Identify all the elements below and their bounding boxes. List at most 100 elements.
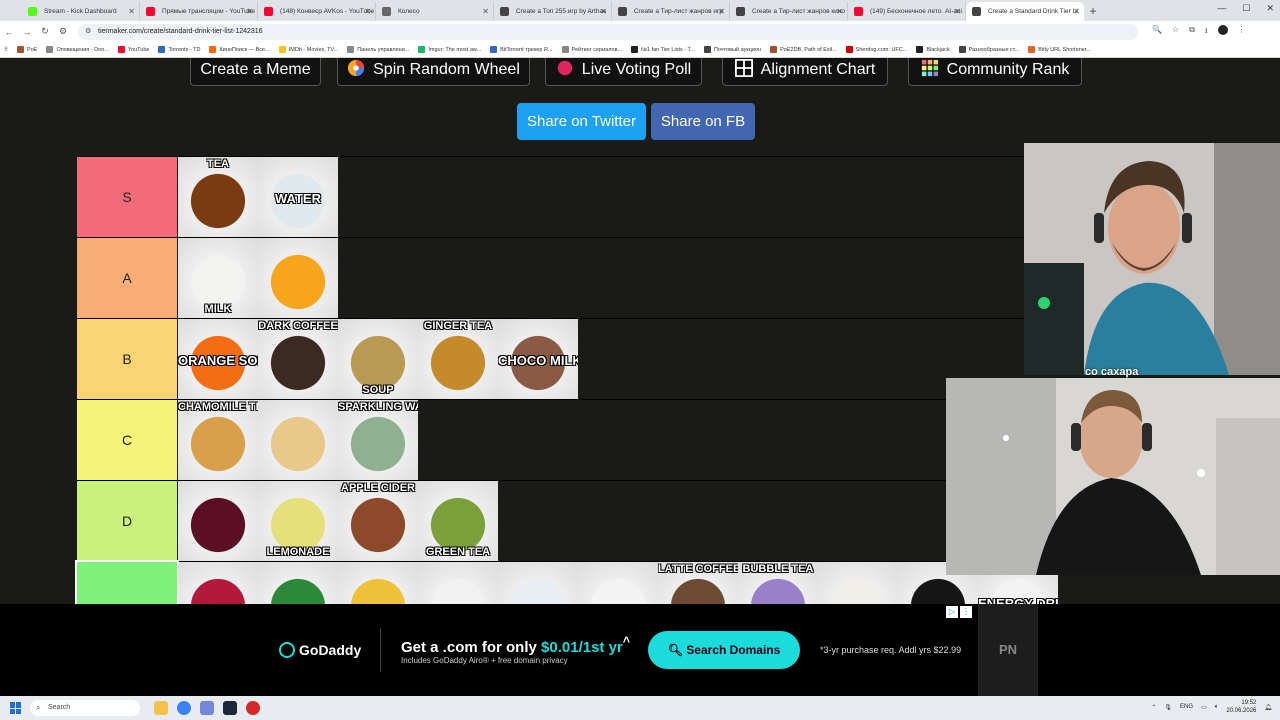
forward-icon[interactable]: → xyxy=(18,27,36,37)
bookmark-item[interactable]: Bitly URL Shortener... xyxy=(1028,46,1091,53)
start-icon[interactable] xyxy=(10,702,22,714)
volume-icon[interactable]: 🔈︎ xyxy=(1215,704,1219,711)
ad-banner[interactable]: GoDaddy Get a .com for only $0.01/1st yr… xyxy=(0,604,1280,696)
tier-item[interactable]: LEMONADE xyxy=(258,481,338,561)
tier-item[interactable]: MILK xyxy=(178,238,258,318)
bookmark-item[interactable]: Sherdog.com: UFC... xyxy=(845,46,907,53)
live-voting-button[interactable]: Live Voting Poll xyxy=(545,58,702,86)
language-indicator[interactable]: ENG xyxy=(1180,704,1193,710)
create-meme-button[interactable]: Create a Meme xyxy=(190,58,321,86)
obs-icon[interactable] xyxy=(246,701,260,715)
menu-icon[interactable]: ⋮ xyxy=(1238,25,1246,39)
tier-item[interactable]: CHOCO MILK xyxy=(498,319,578,399)
tab-close-icon[interactable]: ✕ xyxy=(954,2,961,21)
discord-icon[interactable] xyxy=(200,701,214,715)
tier-item[interactable]: TEA xyxy=(178,157,258,237)
browser-tab[interactable]: Прямые трансляции - YouTube ✕ xyxy=(140,2,258,21)
site-info-icon[interactable]: ⚙ xyxy=(85,24,91,40)
network-icon[interactable]: ▭ xyxy=(1201,704,1207,711)
share-twitter-button[interactable]: Share on Twitter xyxy=(517,103,646,140)
tier-item[interactable] xyxy=(258,562,338,604)
browser-tab[interactable]: Stream - Kick Dashboard ✕ xyxy=(22,2,140,21)
ad-choices[interactable]: ▷ ⋮ xyxy=(946,606,972,618)
tier-item[interactable]: SOUP xyxy=(338,319,418,399)
bookmark-item[interactable]: Torrents - TD xyxy=(158,46,200,53)
browser-tab[interactable]: (148) Конвеєр AVKos - YouTube ✕ xyxy=(258,2,376,21)
browser-tab[interactable]: Create a Тир-лист жанров игр ✕ xyxy=(612,2,730,21)
browser-tab[interactable]: Create a Тир-лист жанров кино ✕ xyxy=(730,2,848,21)
bookmark-item[interactable]: Blackjack xyxy=(916,46,950,53)
tier-item[interactable] xyxy=(338,562,418,604)
reload-icon[interactable]: ↻ xyxy=(36,26,54,37)
steam-icon[interactable] xyxy=(223,701,237,715)
file-explorer-icon[interactable] xyxy=(154,701,168,715)
tier-item[interactable] xyxy=(818,562,898,604)
extensions-icon[interactable]: ⧉ xyxy=(1189,25,1195,39)
alignment-chart-button[interactable]: Alignment Chart xyxy=(722,58,888,86)
zoom-icon[interactable]: 🔍 xyxy=(1152,25,1162,39)
tab-close-icon[interactable]: ✕ xyxy=(718,2,725,21)
search-domains-button[interactable]: 🔍︎ Search Domains xyxy=(648,631,800,669)
tier-item[interactable]: CHAMOMILE TEA xyxy=(178,400,258,480)
browser-tab[interactable]: Create a Standard Drink Tier Li ✕ xyxy=(966,2,1084,21)
browser-tab[interactable]: (149) Бесконечное лето. AI-ani ✕ xyxy=(848,2,966,21)
tier-item[interactable] xyxy=(258,238,338,318)
tray-chevron-icon[interactable]: ⌃ xyxy=(1151,704,1156,711)
tier-item[interactable]: BUBBLE TEA xyxy=(738,562,818,604)
spin-wheel-button[interactable]: Spin Random Wheel xyxy=(337,58,530,86)
profile-avatar[interactable] xyxy=(1217,24,1228,35)
tier-item[interactable]: APPLE CIDER xyxy=(338,481,418,561)
tier-label[interactable]: C xyxy=(77,400,177,480)
bookmark-item[interactable]: Imgur: The most aw... xyxy=(418,46,481,53)
tab-close-icon[interactable]: ✕ xyxy=(482,2,489,21)
tab-close-icon[interactable]: ✕ xyxy=(836,2,843,21)
bookmark-item[interactable]: КиноПоиск — Все... xyxy=(209,46,270,53)
tier-label[interactable] xyxy=(75,560,179,604)
bookmark-item[interactable]: Почтовый аукцион xyxy=(703,46,761,53)
tier-label[interactable]: D xyxy=(77,481,177,561)
chrome-icon[interactable] xyxy=(177,701,191,715)
tab-close-icon[interactable]: ✕ xyxy=(1073,2,1080,21)
browser-tab[interactable]: Create a Топ 255 игр by Arthas ✕ xyxy=(494,2,612,21)
new-tab-button[interactable]: + xyxy=(1084,2,1102,21)
tab-close-icon[interactable]: ✕ xyxy=(364,2,371,21)
tier-item[interactable] xyxy=(418,562,498,604)
notification-icon[interactable]: 🔔︎ xyxy=(1264,704,1272,711)
bookmark-item[interactable]: Рейтинг сериалов... xyxy=(561,46,622,53)
tier-item[interactable] xyxy=(578,562,658,604)
bookmark-item[interactable]: №1 fan Tier Lists - T... xyxy=(631,46,695,53)
tier-item[interactable]: GREEN TEA xyxy=(418,481,498,561)
minimize-icon[interactable]: — xyxy=(1217,3,1226,14)
tier-label[interactable]: B xyxy=(77,319,177,399)
tier-item[interactable]: LATTE COFFEE xyxy=(658,562,738,604)
tier-item[interactable]: GINGER TEA xyxy=(418,319,498,399)
tier-item[interactable]: ORANGE SODA xyxy=(178,319,258,399)
tier-item[interactable]: SPARKLING WATER xyxy=(338,400,418,480)
microphone-icon[interactable]: 🎙︎ xyxy=(1164,704,1172,711)
bookmark-item[interactable]: PoE xyxy=(17,46,37,53)
back-icon[interactable]: ← xyxy=(0,27,18,37)
tab-close-icon[interactable]: ✕ xyxy=(600,2,607,21)
url-input[interactable]: ⚙ tiermaker.com/create/standard-drink-ti… xyxy=(78,23,1138,40)
bookmark-item[interactable]: PoE2DB, Path of Exil... xyxy=(770,46,837,53)
bookmark-item[interactable]: YouTube xyxy=(117,46,149,53)
star-icon[interactable]: ☆ xyxy=(1172,25,1179,39)
bookmark-item[interactable]: Панель управлени... xyxy=(347,46,409,53)
bookmark-item[interactable]: IMDb - Movies, TV... xyxy=(278,46,338,53)
clock[interactable]: 19:52 20.06.2026 xyxy=(1226,699,1256,715)
tier-item[interactable]: PROTEIN SHAKE xyxy=(498,562,578,604)
tab-close-icon[interactable]: ✕ xyxy=(246,2,253,21)
tab-close-icon[interactable]: ✕ xyxy=(128,2,135,21)
download-icon[interactable]: ⭳ xyxy=(1205,25,1208,39)
bookmark-item[interactable]: Разнообразные ст... xyxy=(958,46,1019,53)
taskbar-search[interactable]: ⌕ Search xyxy=(30,700,140,716)
apps-icon[interactable]: ⠿ xyxy=(4,47,8,53)
tune-icon[interactable]: ⚙ xyxy=(54,26,72,37)
maximize-icon[interactable]: ☐ xyxy=(1242,3,1250,14)
bookmark-item[interactable]: Оповещения - Don... xyxy=(46,46,109,53)
ad-info-icon[interactable]: ▷ xyxy=(946,606,958,618)
tier-label[interactable]: A xyxy=(77,238,177,318)
bookmark-item[interactable]: BitTorrent трекер R... xyxy=(490,46,553,53)
close-icon[interactable]: ✕ xyxy=(1266,3,1274,14)
tier-item[interactable]: DARK COFFEE xyxy=(258,319,338,399)
